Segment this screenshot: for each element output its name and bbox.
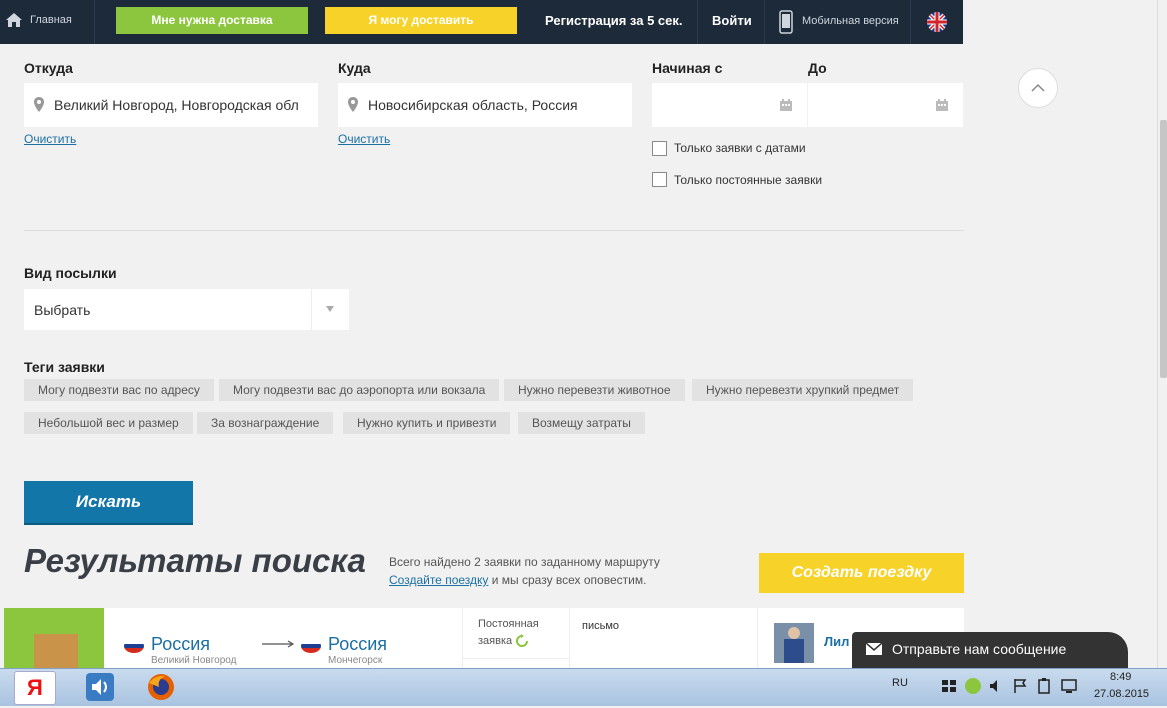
need-delivery-button[interactable]: Мне нужна доставка xyxy=(116,7,308,34)
only-dates-label: Только заявки с датами xyxy=(674,141,806,155)
to-city: Мончегорск xyxy=(328,655,383,666)
media-taskbar-button[interactable] xyxy=(80,671,120,703)
chat-widget[interactable]: Отправьте нам сообщение xyxy=(852,632,1128,668)
from-label: Откуда xyxy=(24,60,73,76)
location-pin-icon xyxy=(34,97,44,112)
results-found-text: Всего найдено 2 заявки по заданному марш… xyxy=(389,553,660,589)
arrow-right-icon xyxy=(262,640,295,648)
tag-chip[interactable]: Могу подвезти вас до аэропорта или вокза… xyxy=(219,379,500,401)
tag-chip[interactable]: Нужно купить и привезти xyxy=(343,412,511,434)
uk-flag-language-icon[interactable] xyxy=(927,12,947,32)
to-input[interactable]: Новосибирская область, Россия xyxy=(338,83,632,127)
avatar[interactable] xyxy=(774,623,814,663)
login-link[interactable]: Войти xyxy=(712,13,752,28)
to-country[interactable]: Россия xyxy=(328,634,387,655)
nav-divider xyxy=(910,0,911,44)
from-country[interactable]: Россия xyxy=(151,634,210,655)
clock-date[interactable]: 27.08.2015 xyxy=(1094,688,1149,700)
parcel-type-select[interactable]: Выбрать xyxy=(24,289,349,330)
chevron-down-icon xyxy=(326,306,334,312)
to-clear-link[interactable]: Очистить xyxy=(338,132,390,146)
only-permanent-checkbox[interactable] xyxy=(652,172,667,187)
tag-chip[interactable]: За вознаграждение xyxy=(197,412,334,434)
tags-label: Теги заявки xyxy=(24,359,105,375)
mobile-version-link[interactable]: Мобильная версия xyxy=(802,15,899,27)
tag-chip[interactable]: Нужно перевезти животное xyxy=(504,379,685,401)
nav-home-label: Главная xyxy=(30,14,72,26)
request-type: Постоянная заявка xyxy=(462,608,570,668)
chat-label: Отправьте нам сообщение xyxy=(892,641,1067,657)
scrollbar-thumb[interactable] xyxy=(1160,120,1167,378)
clock-time[interactable]: 8:49 xyxy=(1110,671,1131,683)
nav-divider xyxy=(764,0,765,44)
volume-icon[interactable] xyxy=(990,679,1000,693)
home-icon xyxy=(6,13,22,27)
firefox-icon xyxy=(148,674,174,700)
action-center-flag-icon[interactable] xyxy=(1013,678,1027,694)
location-pin-icon xyxy=(348,97,358,112)
parcel-type-value: Выбрать xyxy=(34,302,91,318)
russia-flag-icon xyxy=(124,639,144,653)
tag-chip[interactable]: Небольшой вес и размер xyxy=(24,412,193,434)
network-icon[interactable] xyxy=(1061,678,1077,694)
nav-home-link[interactable]: Главная xyxy=(0,0,95,44)
firefox-taskbar-button[interactable] xyxy=(141,671,181,703)
os-taskbar: Я RU 8:49 27.08.2015 xyxy=(0,668,1167,706)
tag-chip[interactable]: Возмещу затраты xyxy=(518,412,645,434)
register-link[interactable]: Регистрация за 5 сек. xyxy=(545,13,682,28)
clipboard-icon[interactable] xyxy=(1037,678,1051,694)
vertical-scrollbar[interactable] xyxy=(1157,0,1167,668)
top-navigation: Главная Мне нужна доставка Я могу достав… xyxy=(0,0,963,44)
row-divider xyxy=(463,658,569,659)
start-date-label: Начиная с xyxy=(652,60,723,76)
calendar-icon[interactable] xyxy=(780,99,792,111)
request-type-line2: заявка xyxy=(478,635,513,647)
result-card[interactable]: Россия Великий Новгород Россия Мончегорс… xyxy=(4,608,964,670)
tag-chip[interactable]: Нужно перевезти хрупкий предмет xyxy=(692,379,914,401)
from-input-value: Великий Новгород, Новгородская обл xyxy=(54,97,299,113)
search-button[interactable]: Искать xyxy=(24,481,193,525)
results-count: Всего найдено 2 заявки по заданному марш… xyxy=(389,555,660,569)
end-date-input[interactable] xyxy=(808,83,963,127)
parcel-type-label: Вид посылки xyxy=(24,265,117,281)
tag-chip[interactable]: Могу подвезти вас по адресу xyxy=(24,379,214,401)
from-clear-link[interactable]: Очистить xyxy=(24,132,76,146)
only-permanent-label: Только постоянные заявки xyxy=(674,173,823,187)
end-date-label: До xyxy=(808,60,827,76)
calendar-icon[interactable] xyxy=(936,99,948,111)
nav-divider xyxy=(697,0,698,44)
create-trip-button[interactable]: Создать поездку xyxy=(759,553,964,593)
to-label: Куда xyxy=(338,60,371,76)
can-deliver-button[interactable]: Я могу доставить xyxy=(325,7,517,34)
yandex-icon: Я xyxy=(27,675,43,700)
yandex-browser-taskbar-button[interactable]: Я xyxy=(14,671,56,705)
section-divider xyxy=(24,230,964,231)
refresh-icon xyxy=(516,634,529,648)
parcel-thumbnail xyxy=(4,608,104,670)
item-description: письмо xyxy=(582,620,620,632)
to-input-value: Новосибирская область, Россия xyxy=(368,97,578,113)
only-dates-checkbox[interactable] xyxy=(652,141,667,156)
russia-flag-icon xyxy=(301,639,321,653)
create-trip-link[interactable]: Создайте поездку xyxy=(389,573,488,587)
request-type-line1: Постоянная xyxy=(478,618,539,630)
tray-app-icon[interactable] xyxy=(965,678,981,694)
envelope-icon xyxy=(866,643,882,655)
chevron-up-icon xyxy=(1031,83,1045,92)
select-divider xyxy=(311,289,312,330)
windows-flag-icon[interactable] xyxy=(942,680,956,692)
from-city: Великий Новгород xyxy=(151,655,237,666)
results-title: Результаты поиска xyxy=(24,542,366,579)
speaker-icon xyxy=(86,673,114,701)
notify-text: и мы сразу всех оповестим. xyxy=(488,573,647,587)
language-indicator[interactable]: RU xyxy=(892,677,908,689)
from-input[interactable]: Великий Новгород, Новгородская обл xyxy=(24,83,318,127)
user-name[interactable]: Лил xyxy=(824,634,849,649)
parcel-image xyxy=(34,634,78,670)
mobile-phone-icon xyxy=(779,10,793,34)
start-date-input[interactable] xyxy=(652,83,807,127)
scroll-up-button[interactable] xyxy=(1018,68,1058,108)
